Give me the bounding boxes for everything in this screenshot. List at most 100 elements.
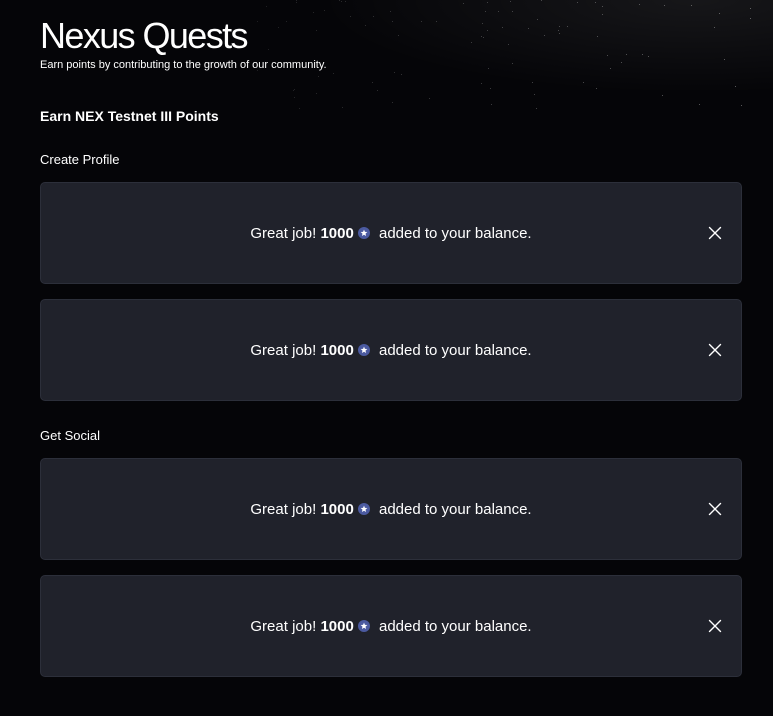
starfield-decoration (253, 0, 773, 110)
section-heading: Earn NEX Testnet III Points (40, 108, 219, 124)
star-dot (372, 81, 374, 83)
star-dot (435, 20, 437, 22)
star-dot (558, 32, 560, 34)
star-dot (641, 53, 643, 55)
star-dot (390, 10, 392, 12)
page-subtitle: Earn points by contributing to the growt… (40, 59, 327, 71)
star-dot (511, 62, 513, 64)
star-dot (719, 13, 721, 15)
star-dot (480, 35, 482, 37)
star-dot (372, 15, 374, 17)
close-icon (708, 226, 722, 240)
star-dot (664, 4, 666, 6)
star-badge-icon (357, 620, 370, 632)
close-button[interactable] (707, 342, 723, 358)
star-dot (294, 97, 296, 99)
star-dot (662, 95, 664, 97)
star-dot (597, 36, 599, 38)
close-icon (708, 619, 722, 633)
group-label-get-social: Get Social (40, 428, 100, 443)
star-dot (501, 26, 503, 28)
star-dot (647, 55, 649, 57)
star-dot (566, 25, 568, 27)
star-dot (400, 74, 402, 76)
star-dot (391, 102, 393, 104)
close-button[interactable] (707, 501, 723, 517)
star-dot (541, 0, 543, 2)
star-dot (377, 90, 379, 92)
star-dot (559, 26, 561, 28)
star-badge-icon (357, 503, 370, 515)
quest-card-message: Great job! 1000 added to your balance. (41, 183, 741, 283)
star-dot (490, 88, 492, 90)
star-dot (713, 27, 715, 28)
message-suffix: added to your balance. (374, 617, 532, 635)
message-prefix: Great job! (250, 341, 321, 359)
points-amount: 1000 (320, 500, 354, 518)
star-dot (315, 92, 317, 94)
star-dot (295, 0, 297, 2)
star-dot (349, 16, 351, 18)
star-dot (265, 5, 267, 7)
star-dot (625, 53, 627, 55)
star-dot (344, 0, 346, 2)
points-amount: 1000 (320, 341, 354, 359)
group-label-create-profile: Create Profile (40, 152, 120, 167)
star-dot (594, 1, 596, 3)
star-dot (609, 67, 611, 69)
star-dot (557, 29, 559, 31)
star-dot (470, 42, 472, 44)
message-suffix: added to your balance. (374, 224, 532, 242)
star-dot (497, 10, 499, 12)
star-dot (293, 89, 295, 91)
star-dot (536, 108, 538, 110)
star-dot (487, 29, 489, 31)
star-dot (532, 81, 534, 83)
star-dot (364, 24, 366, 26)
star-dot (323, 10, 325, 12)
star-dot (512, 10, 514, 12)
star-dot (296, 1, 298, 3)
star-dot (293, 89, 295, 91)
star-dot (392, 21, 394, 23)
star-dot (393, 71, 395, 73)
star-dot (533, 93, 535, 95)
star-dot (332, 72, 334, 74)
quest-card: Great job! 1000 added to your balance. (40, 182, 742, 284)
star-dot (341, 107, 343, 109)
quest-card: Great job! 1000 added to your balance. (40, 575, 742, 677)
close-button[interactable] (707, 618, 723, 634)
star-dot (537, 18, 539, 20)
star-dot (484, 10, 486, 12)
star-dot (487, 67, 489, 69)
star-dot (602, 14, 604, 16)
star-dot (741, 104, 743, 106)
star-dot (313, 11, 315, 13)
star-dot (340, 0, 342, 2)
star-dot (691, 5, 693, 7)
points-amount: 1000 (320, 224, 354, 242)
star-dot (577, 2, 579, 4)
star-dot (602, 5, 604, 7)
message-prefix: Great job! (250, 224, 321, 242)
page-header: Nexus Quests Earn points by contributing… (40, 14, 327, 72)
star-dot (481, 82, 483, 84)
star-dot (318, 75, 320, 77)
star-dot (620, 61, 622, 63)
message-suffix: added to your balance. (374, 341, 532, 359)
close-button[interactable] (707, 225, 723, 241)
quest-card-message: Great job! 1000 added to your balance. (41, 576, 741, 676)
message-suffix: added to your balance. (374, 500, 532, 518)
star-dot (428, 97, 430, 99)
star-dot (544, 34, 546, 36)
star-dot (338, 0, 340, 1)
star-dot (483, 37, 485, 39)
close-icon (708, 502, 722, 516)
close-icon (708, 343, 722, 357)
quest-card-message: Great job! 1000 added to your balance. (41, 459, 741, 559)
star-dot (462, 3, 464, 5)
message-prefix: Great job! (250, 617, 321, 635)
star-dot (749, 18, 751, 20)
star-dot (487, 2, 489, 4)
star-dot (398, 34, 400, 36)
